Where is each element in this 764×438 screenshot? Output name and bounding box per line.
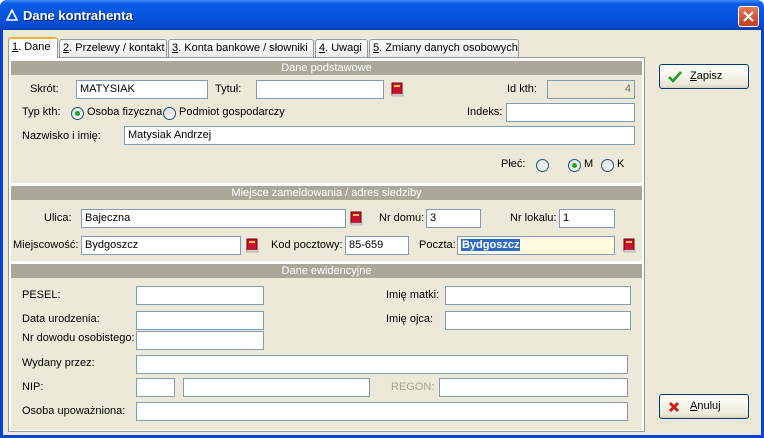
post-selected-text: Bydgoszcz: [461, 239, 521, 251]
regon-label: REGON:: [391, 381, 435, 393]
close-button[interactable]: [738, 6, 759, 27]
cancel-button-label: Anuluj: [690, 400, 721, 412]
birth-date-input[interactable]: [136, 311, 264, 330]
name-input[interactable]: Matysiak Andrzej: [124, 126, 635, 145]
id-label: Id kth:: [507, 83, 537, 95]
gender-k-label[interactable]: K: [617, 158, 624, 170]
house-label: Nr domu:: [379, 212, 425, 224]
title-dictionary-icon[interactable]: [391, 82, 404, 97]
cancel-x-icon: [668, 401, 680, 413]
post-label: Poczta:: [419, 239, 456, 251]
cancel-button[interactable]: Anuluj: [659, 394, 749, 419]
app-triangle-icon: [6, 9, 18, 21]
mother-label: Imię matki:: [386, 289, 440, 301]
post-input[interactable]: Bydgoszcz: [457, 236, 615, 255]
name-label: Nazwisko i imię:: [22, 130, 101, 142]
mother-input[interactable]: [445, 286, 631, 305]
title-label: Tytuł:: [215, 83, 242, 95]
checkmark-icon: [668, 71, 682, 83]
id-input: 4: [547, 80, 635, 99]
section-header-records: Dane ewidencyjne: [11, 264, 642, 278]
section-basic: Skrót: MATYSIAK Tytuł: Id kth: 4 Typ kth…: [11, 75, 642, 183]
type-label: Typ kth:: [22, 106, 61, 118]
tab-page-dane: Dane podstawowe Skrót: MATYSIAK Tytuł: I…: [8, 57, 645, 432]
issued-by-label: Wydany przez:: [22, 357, 95, 369]
street-dictionary-icon[interactable]: [350, 211, 363, 226]
window-title: Dane kontrahenta: [23, 8, 133, 23]
section-records: PESEL: Imię matki: Data urodzenia: Imię …: [11, 278, 642, 430]
birth-date-label: Data urodzenia:: [22, 313, 100, 325]
short-label: Skrót:: [30, 83, 59, 95]
gender-m-label[interactable]: M: [584, 158, 593, 170]
tab-dane[interactable]: 1. Dane: [8, 37, 58, 58]
dialog-client-area: 1. Dane 2. Przelewy / kontakt 3. Konta b…: [3, 30, 761, 435]
city-dictionary-icon[interactable]: [246, 238, 259, 253]
title-bar[interactable]: Dane kontrahenta: [0, 0, 764, 30]
pesel-input[interactable]: [136, 286, 264, 305]
section-address: Ulica: Bajeczna Nr domu: 3 Nr lokalu: 1 …: [11, 200, 642, 261]
gender-m-radio[interactable]: [568, 159, 581, 172]
index-label: Indeks:: [467, 106, 503, 118]
title-input[interactable]: [256, 80, 384, 99]
zip-label: Kod pocztowy:: [271, 239, 343, 251]
type-person-label[interactable]: Osoba fizyczna: [87, 106, 162, 118]
type-company-radio[interactable]: [163, 107, 176, 120]
father-label: Imię ojca:: [386, 313, 434, 325]
nip-prefix-input[interactable]: [136, 378, 175, 397]
flat-input[interactable]: 1: [559, 209, 615, 228]
save-button-label: Zapisz: [690, 70, 723, 82]
tab-zmiany-danych[interactable]: 5. Zmiany danych osobowych: [369, 39, 519, 57]
tab-konta-bankowe[interactable]: 3. Konta bankowe / słowniki: [168, 39, 314, 57]
gender-label: Płeć:: [501, 158, 526, 170]
gender-none-radio[interactable]: [536, 159, 549, 172]
type-person-radio[interactable]: [71, 107, 84, 120]
gender-k-radio[interactable]: [601, 159, 614, 172]
type-company-label[interactable]: Podmiot gospodarczy: [179, 106, 285, 118]
zip-input[interactable]: 85-659: [345, 236, 409, 255]
street-input[interactable]: Bajeczna: [81, 209, 346, 228]
short-input[interactable]: MATYSIAK: [76, 80, 208, 99]
section-header-address: Miejsce zameldowania / adres siedziby: [11, 186, 642, 200]
section-header-basic: Dane podstawowe: [11, 61, 642, 75]
nip-label: NIP:: [22, 381, 44, 393]
issued-by-input[interactable]: [136, 355, 628, 374]
save-button[interactable]: Zapisz: [659, 64, 749, 89]
regon-input[interactable]: [439, 378, 628, 397]
post-dictionary-icon[interactable]: [623, 238, 636, 253]
id-document-label: Nr dowodu osobistego:: [22, 332, 135, 344]
authorized-person-label: Osoba upoważniona:: [22, 405, 126, 417]
nip-input[interactable]: [183, 378, 370, 397]
tab-uwagi[interactable]: 4. Uwagi: [315, 39, 368, 57]
id-document-input[interactable]: [136, 331, 264, 350]
flat-label: Nr lokalu:: [510, 212, 557, 224]
authorized-person-input[interactable]: [136, 402, 628, 421]
street-label: Ulica:: [44, 212, 72, 224]
dialog-window: Dane kontrahenta 1. Dane 2. Przelewy / k…: [0, 0, 764, 438]
index-input[interactable]: [506, 103, 635, 122]
city-label: Miejscowość:: [13, 239, 79, 251]
father-input[interactable]: [445, 311, 631, 330]
close-icon: [743, 11, 754, 22]
pesel-label: PESEL:: [22, 289, 61, 301]
city-input[interactable]: Bydgoszcz: [81, 236, 241, 255]
house-input[interactable]: 3: [426, 209, 481, 228]
tab-przelewy-kontakt[interactable]: 2. Przelewy / kontakt: [59, 39, 167, 57]
